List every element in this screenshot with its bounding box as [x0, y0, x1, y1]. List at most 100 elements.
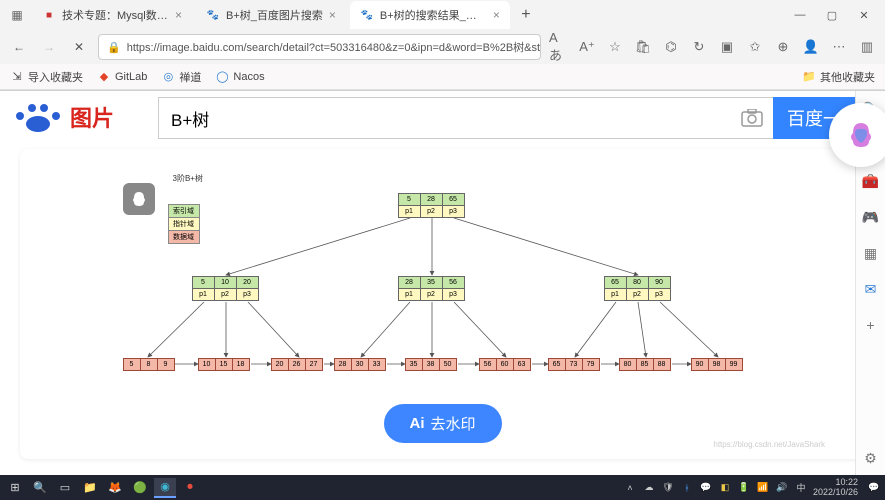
leaf-3: 283033 [334, 358, 386, 371]
tray-onedrive-icon[interactable]: ☁ [642, 482, 656, 493]
camera-icon[interactable] [741, 107, 763, 129]
search-taskbar-icon[interactable]: 🔍 [29, 478, 51, 498]
recorder-icon[interactable]: ⏺ [179, 478, 201, 498]
tray-app-icon[interactable]: ◧ [718, 482, 732, 493]
tray-bluetooth-icon[interactable]: ᚼ [680, 483, 694, 493]
ai-icon: Ai [409, 415, 424, 432]
mid-node-1: 283556p1p2p3 [398, 276, 465, 301]
taskbar-clock[interactable]: 10:22 2022/10/26 [813, 478, 862, 498]
stop-button[interactable]: ✕ [68, 36, 90, 58]
tab-bplus-result[interactable]: 🐾 B+树的搜索结果_百度图片搜索 × [350, 1, 510, 29]
sidebar-toggle-icon[interactable]: ▣ [717, 37, 737, 57]
zentao-icon: ◎ [161, 70, 175, 84]
tray-ime-icon[interactable]: 中 [794, 481, 808, 494]
url-input[interactable]: 🔒 https://image.baidu.com/search/detail?… [98, 34, 541, 60]
tab-manager-icon[interactable]: ▦ [6, 8, 28, 22]
gitlab-icon: ◆ [97, 70, 111, 84]
leaf-7: 808588 [619, 358, 671, 371]
sidebar-office-icon[interactable]: ▦ [861, 243, 881, 263]
back-button[interactable]: ← [8, 36, 30, 58]
tab-mysql[interactable]: ■ 技术专题：Mysql数据库（视图.. × [32, 1, 192, 29]
nacos-icon: ◯ [215, 70, 229, 84]
tray-expand-icon[interactable]: ˄ [623, 483, 637, 493]
tray-battery-icon[interactable]: 🔋 [737, 482, 751, 493]
leaf-6: 657379 [548, 358, 600, 371]
shopping-icon[interactable]: 🛍 [633, 37, 653, 57]
start-button[interactable]: ⊞ [4, 478, 26, 498]
close-icon[interactable]: × [493, 8, 500, 22]
chrome-icon[interactable]: 🟢 [129, 478, 151, 498]
minimize-button[interactable]: — [785, 1, 815, 29]
lock-icon: 🔒 [107, 41, 121, 54]
task-view-icon[interactable]: ▭ [54, 478, 76, 498]
other-bookmarks[interactable]: 📁其他收藏夹 [802, 69, 875, 85]
menu-icon[interactable]: ⋯ [829, 37, 849, 57]
favorite-icon[interactable]: ☆ [605, 37, 625, 57]
tray-volume-icon[interactable]: 🔊 [775, 482, 789, 493]
close-icon[interactable]: × [175, 8, 182, 22]
tray-wechat-icon[interactable]: 💬 [699, 482, 713, 493]
bookmark-gitlab[interactable]: ◆GitLab [97, 70, 147, 84]
source-watermark: https://blog.csdn.net/JavaShark [713, 440, 825, 449]
legend-pointer: 指针域 [168, 217, 200, 231]
remove-watermark-button[interactable]: Ai 去水印 [383, 404, 501, 443]
refresh-icon[interactable]: ↻ [689, 37, 709, 57]
address-bar: ← → ✕ 🔒 https://image.baidu.com/search/d… [0, 30, 885, 64]
collections-icon[interactable]: ⊕ [773, 37, 793, 57]
tab-label: B+树_百度图片搜索 [226, 7, 323, 23]
tab-bplus-search[interactable]: 🐾 B+树_百度图片搜索 × [196, 1, 346, 29]
tab-bar: ▦ ■ 技术专题：Mysql数据库（视图.. × 🐾 B+树_百度图片搜索 × … [0, 0, 885, 30]
baidu-image-logo[interactable]: 图片 [12, 98, 150, 138]
browser-chrome: ▦ ■ 技术专题：Mysql数据库（视图.. × 🐾 B+树_百度图片搜索 × … [0, 0, 885, 91]
copilot-icon[interactable]: ▥ [857, 37, 877, 57]
favorites-icon[interactable]: ✩ [745, 37, 765, 57]
search-input[interactable]: B+树 [158, 97, 773, 139]
notifications-icon[interactable]: 💬 [867, 482, 881, 493]
bookmark-nacos[interactable]: ◯Nacos [215, 70, 264, 84]
leaf-1: 101518 [198, 358, 250, 371]
sidebar-settings-icon[interactable]: ⚙ [861, 448, 881, 468]
baidu-icon: 🐾 [360, 8, 374, 22]
sidebar-outlook-icon[interactable]: ✉ [861, 279, 881, 299]
bplus-tree-diagram: 3阶B+树 索引域 指针域 数据域 [123, 159, 763, 419]
tab-label: 技术专题：Mysql数据库（视图.. [62, 7, 169, 23]
ai-assistant-bubble[interactable] [829, 103, 885, 167]
tab-label: B+树的搜索结果_百度图片搜索 [380, 7, 487, 23]
forward-button[interactable]: → [38, 36, 60, 58]
baidu-icon: 🐾 [206, 8, 220, 22]
folder-icon: 📁 [802, 70, 816, 83]
new-tab-button[interactable]: + [514, 6, 538, 24]
tray-shield-icon[interactable]: 🛡 [661, 482, 675, 493]
svg-text:图片: 图片 [70, 106, 114, 131]
profile-icon[interactable]: 👤 [801, 37, 821, 57]
legend-data: 数据域 [168, 230, 200, 244]
leaf-2: 202627 [271, 358, 323, 371]
mid-node-0: 51020p1p2p3 [192, 276, 259, 301]
close-icon[interactable]: × [329, 8, 336, 22]
sidebar-more-icon[interactable]: + [861, 315, 881, 335]
sidebar-tools-icon[interactable]: 🧰 [861, 171, 881, 191]
maximize-button[interactable]: ▢ [817, 1, 847, 29]
leaf-8: 909899 [691, 358, 743, 371]
pdf-icon: ■ [42, 8, 56, 22]
baidu-header: 图片 B+树 百度一下 [0, 91, 885, 149]
legend: 索引域 指针域 数据域 [168, 205, 200, 244]
close-window-button[interactable]: ✕ [849, 1, 879, 29]
ai-brain-icon[interactable] [123, 183, 155, 215]
edge-icon[interactable]: ◉ [154, 478, 176, 498]
page-content: 图片 B+树 百度一下 › 3阶B+树 索引域 指针域 [0, 91, 885, 476]
extension-icon[interactable]: ⌬ [661, 37, 681, 57]
bookmark-zentao[interactable]: ◎禅道 [161, 69, 201, 85]
search-box: B+树 百度一下 [158, 97, 873, 139]
legend-index: 索引域 [168, 204, 200, 218]
mid-node-2: 658090p1p2p3 [604, 276, 671, 301]
font-icon[interactable]: A⁺ [577, 37, 597, 57]
read-aloud-icon[interactable]: Aあ [549, 37, 569, 57]
bookmarks-bar: ⇲导入收藏夹 ◆GitLab ◎禅道 ◯Nacos 📁其他收藏夹 [0, 64, 885, 90]
bookmark-import[interactable]: ⇲导入收藏夹 [10, 69, 83, 85]
explorer-icon[interactable]: 📁 [79, 478, 101, 498]
firefox-icon[interactable]: 🦊 [104, 478, 126, 498]
sidebar-games-icon[interactable]: 🎮 [861, 207, 881, 227]
tray-wifi-icon[interactable]: 📶 [756, 482, 770, 493]
root-node: 52865p1p2p3 [398, 193, 465, 218]
